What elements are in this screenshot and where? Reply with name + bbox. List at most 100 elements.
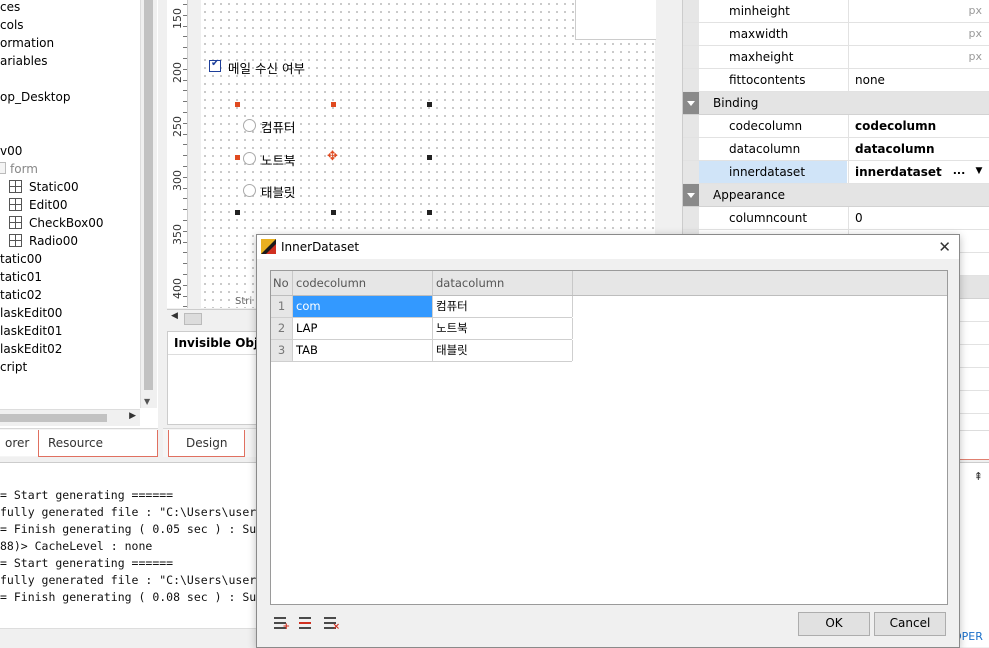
property-row-datacolumn[interactable]: datacolumn datacolumn: [683, 138, 989, 161]
column-header-datacolumn[interactable]: datacolumn: [433, 271, 573, 295]
tree-item[interactable]: cript: [0, 358, 27, 376]
selection-handle[interactable]: [331, 210, 336, 215]
table-row[interactable]: 1 com 컴퓨터: [271, 296, 573, 318]
table-row[interactable]: 3 TAB 태블릿: [271, 340, 573, 362]
app-logo-icon: [261, 239, 276, 254]
tree-item[interactable]: laskEdit02: [0, 340, 62, 358]
scroll-right-arrow-icon[interactable]: ▶: [129, 411, 136, 421]
code-cell[interactable]: LAP: [293, 318, 433, 339]
selection-handle[interactable]: [331, 102, 336, 107]
tree-item-label: ces: [0, 0, 21, 14]
move-handle-icon[interactable]: ✥: [327, 150, 338, 163]
property-row-minheight[interactable]: minheight px: [683, 0, 989, 23]
dropdown-arrow-icon[interactable]: ▼: [970, 163, 988, 181]
column-header-no[interactable]: No: [271, 271, 293, 295]
selection-handle[interactable]: [235, 102, 240, 107]
ruler-tick: [183, 58, 187, 59]
property-category-appearance[interactable]: Appearance: [683, 184, 989, 207]
ruler-tick: [183, 231, 187, 232]
tree-item-label: laskEdit01: [0, 324, 63, 338]
ruler-tick: [183, 112, 187, 113]
delete-row-icon[interactable]: ×: [323, 615, 340, 632]
data-cell[interactable]: 컴퓨터: [433, 296, 573, 317]
property-value[interactable]: 0: [848, 207, 989, 229]
code-cell[interactable]: com: [293, 296, 433, 317]
checkbox-checked-icon[interactable]: [209, 58, 221, 72]
tree-vertical-scrollbar[interactable]: ▼: [140, 0, 157, 408]
tree-item[interactable]: Static00: [9, 178, 79, 196]
tree-item[interactable]: tatic00: [0, 250, 42, 268]
add-row-icon[interactable]: +: [273, 615, 290, 632]
selection-handle[interactable]: [235, 210, 240, 215]
tree-item[interactable]: cols: [0, 16, 24, 34]
data-cell[interactable]: 노트북: [433, 318, 573, 339]
ruler-tick: [183, 80, 187, 81]
property-row-columncount[interactable]: columncount 0: [683, 207, 989, 230]
selection-handle[interactable]: [235, 155, 240, 160]
collapse-icon[interactable]: [683, 92, 699, 114]
tab-design[interactable]: Design: [168, 430, 246, 457]
data-cell[interactable]: 태블릿: [433, 340, 573, 361]
scroll-left-arrow-icon[interactable]: ◀: [171, 311, 178, 321]
tree-item[interactable]: CheckBox00: [9, 214, 104, 232]
tree-item[interactable]: ariables: [0, 52, 48, 70]
property-row-maxwidth[interactable]: maxwidth px: [683, 23, 989, 46]
dialog-title: InnerDataset: [281, 240, 360, 254]
tree-item[interactable]: laskEdit01: [0, 322, 62, 340]
output-horizontal-scrollbar[interactable]: [0, 628, 262, 647]
pin-icon[interactable]: ⇞: [974, 470, 983, 483]
scrollbar-thumb[interactable]: [184, 313, 202, 325]
tree-item-label: laskEdit00: [0, 306, 63, 320]
property-row-maxheight[interactable]: maxheight px: [683, 46, 989, 69]
property-value[interactable]: datacolumn: [848, 138, 989, 160]
close-icon[interactable]: ✕: [938, 237, 951, 257]
output-line: = Start generating ======: [0, 556, 174, 570]
scrollbar-thumb[interactable]: [0, 414, 107, 422]
code-cell[interactable]: TAB: [293, 340, 433, 361]
tree-item[interactable]: ces: [0, 0, 20, 16]
ruler-tick: [183, 69, 187, 70]
dialog-titlebar[interactable]: InnerDataset ✕: [257, 235, 959, 259]
radio-button[interactable]: [243, 119, 256, 132]
ruler-tick: [183, 274, 187, 275]
radio-button[interactable]: [243, 184, 256, 197]
tree-item-label: tatic01: [0, 270, 42, 284]
radio-button[interactable]: [243, 152, 256, 165]
tree-item[interactable]: v00: [0, 142, 22, 160]
property-value[interactable]: codecolumn: [848, 115, 989, 137]
scroll-down-arrow-icon[interactable]: ▼: [144, 397, 150, 406]
collapse-icon[interactable]: [683, 184, 699, 206]
ellipsis-button[interactable]: ...: [950, 163, 968, 181]
selection-handle[interactable]: [427, 210, 432, 215]
property-category-binding[interactable]: Binding: [683, 92, 989, 115]
tree-item[interactable]: tatic02: [0, 286, 42, 304]
tree-horizontal-scrollbar[interactable]: ▶: [0, 409, 140, 426]
tab-project-explorer[interactable]: orer: [0, 430, 39, 456]
tree-item[interactable]: Radio00: [9, 232, 78, 250]
column-header-codecolumn[interactable]: codecolumn: [293, 271, 433, 295]
property-value[interactable]: none: [848, 69, 989, 91]
ruler-tick: [183, 4, 187, 5]
insert-row-icon[interactable]: [298, 615, 314, 631]
tree-item[interactable]: op_Desktop: [0, 88, 70, 106]
selection-handle[interactable]: [427, 102, 432, 107]
table-row[interactable]: 2 LAP 노트북: [271, 318, 573, 340]
radio-label: 노트북: [261, 153, 296, 168]
ruler-tick: [183, 177, 187, 178]
tree-item[interactable]: form: [0, 160, 38, 178]
tab-resource-explorer[interactable]: Resource Explorer: [38, 430, 158, 476]
ruler-tick: [183, 296, 187, 297]
selection-handle[interactable]: [427, 155, 432, 160]
dataset-grid[interactable]: No codecolumn datacolumn 1 com 컴퓨터 2 LAP…: [270, 270, 948, 605]
ok-button[interactable]: OK: [798, 612, 870, 636]
tree-item[interactable]: ormation: [0, 34, 54, 52]
property-row-codecolumn[interactable]: codecolumn codecolumn: [683, 115, 989, 138]
property-row-fittocontents[interactable]: fittocontents none: [683, 69, 989, 92]
cancel-button[interactable]: Cancel: [874, 612, 946, 636]
scrollbar-thumb[interactable]: [144, 0, 153, 390]
tree-item[interactable]: laskEdit00: [0, 304, 62, 322]
tree-item[interactable]: tatic01: [0, 268, 42, 286]
tree-item[interactable]: Edit00: [9, 196, 68, 214]
property-row-innerdataset[interactable]: innerdataset innerdataset ... ▼: [683, 161, 989, 184]
project-explorer-panel: ces cols ormation ariables op_Desktop v00 form…: [0, 0, 158, 428]
